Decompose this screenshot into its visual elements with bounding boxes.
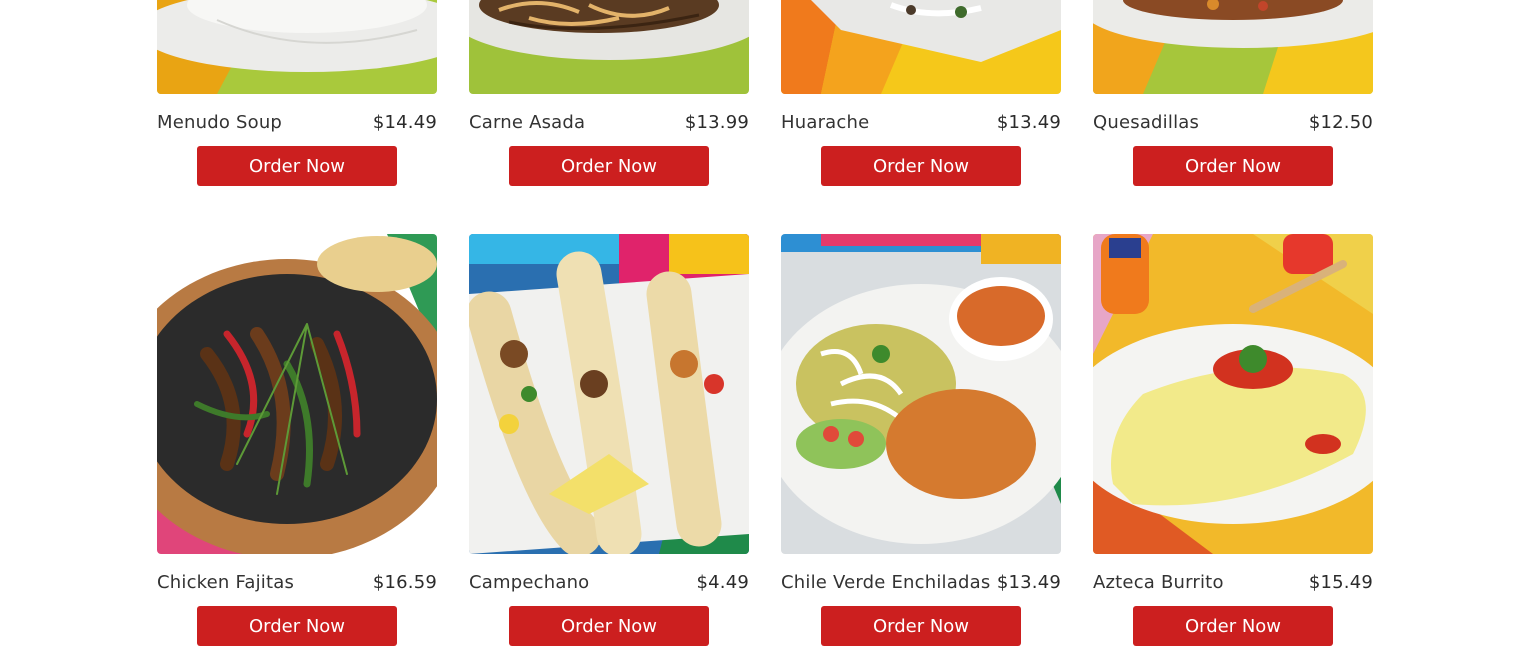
item-info: Quesadillas $12.50 xyxy=(1093,112,1373,133)
item-info: Huarache $13.49 xyxy=(781,112,1061,133)
item-info: Menudo Soup $14.49 xyxy=(157,112,437,133)
menu-card-chicken-fajitas: Chicken Fajitas $16.59 Order Now xyxy=(157,234,437,654)
menu-card-huarache: Huarache $13.49 Order Now xyxy=(781,0,1061,190)
order-now-button[interactable]: Order Now xyxy=(509,606,709,646)
item-name: Azteca Burrito xyxy=(1093,572,1224,593)
item-info: Carne Asada $13.99 xyxy=(469,112,749,133)
order-now-button[interactable]: Order Now xyxy=(1133,146,1333,186)
menu-card-azteca-burrito: Azteca Burrito $15.49 Order Now xyxy=(1093,234,1373,654)
item-price: $13.49 xyxy=(996,572,1061,593)
menu-card-quesadillas: Quesadillas $12.50 Order Now xyxy=(1093,0,1373,190)
item-price: $16.59 xyxy=(372,572,437,593)
item-name: Huarache xyxy=(781,112,870,133)
item-price: $4.49 xyxy=(696,572,749,593)
chile-verde-enchiladas-photo[interactable] xyxy=(781,234,1061,554)
menudo-soup-photo[interactable] xyxy=(157,0,437,94)
item-price: $14.49 xyxy=(372,112,437,133)
order-now-button[interactable]: Order Now xyxy=(1133,606,1333,646)
order-now-button[interactable]: Order Now xyxy=(197,146,397,186)
item-info: Chicken Fajitas $16.59 xyxy=(157,572,437,593)
item-info: Azteca Burrito $15.49 xyxy=(1093,572,1373,593)
item-name: Chile Verde Enchiladas xyxy=(781,572,991,593)
order-now-button[interactable]: Order Now xyxy=(197,606,397,646)
item-price: $15.49 xyxy=(1308,572,1373,593)
item-name: Chicken Fajitas xyxy=(157,572,295,593)
campechano-photo[interactable] xyxy=(469,234,749,554)
item-info: Chile Verde Enchiladas $13.49 xyxy=(781,572,1061,593)
huarache-photo[interactable] xyxy=(781,0,1061,94)
menu-card-menudo-soup: Menudo Soup $14.49 Order Now xyxy=(157,0,437,190)
item-price: $12.50 xyxy=(1308,112,1373,133)
item-price: $13.99 xyxy=(684,112,749,133)
menu-card-campechano: Campechano $4.49 Order Now xyxy=(469,234,749,654)
chicken-fajitas-photo[interactable] xyxy=(157,234,437,554)
order-now-button[interactable]: Order Now xyxy=(821,606,1021,646)
item-name: Campechano xyxy=(469,572,590,593)
carne-asada-photo[interactable] xyxy=(469,0,749,94)
azteca-burrito-photo[interactable] xyxy=(1093,234,1373,554)
item-price: $13.49 xyxy=(996,112,1061,133)
menu-card-carne-asada: Carne Asada $13.99 Order Now xyxy=(469,0,749,190)
order-now-button[interactable]: Order Now xyxy=(821,146,1021,186)
order-now-button[interactable]: Order Now xyxy=(509,146,709,186)
quesadillas-photo[interactable] xyxy=(1093,0,1373,94)
item-name: Menudo Soup xyxy=(157,112,283,133)
menu-card-chile-verde-enchiladas: Chile Verde Enchiladas $13.49 Order Now xyxy=(781,234,1061,654)
item-name: Quesadillas xyxy=(1093,112,1200,133)
item-name: Carne Asada xyxy=(469,112,586,133)
item-info: Campechano $4.49 xyxy=(469,572,749,593)
